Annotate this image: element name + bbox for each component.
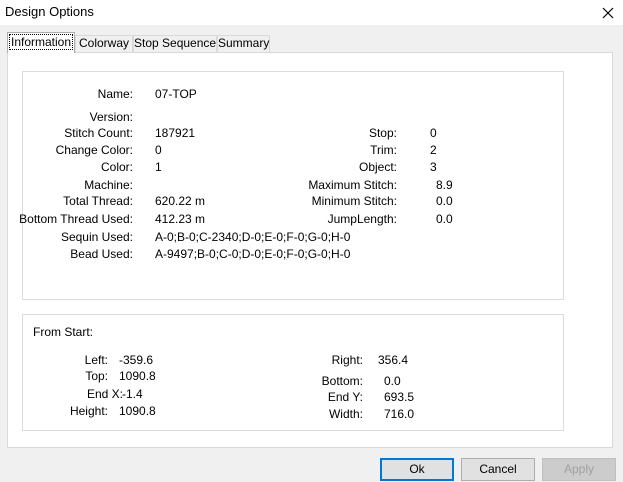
total-thread-value: 620.22 m xyxy=(155,194,206,208)
tab-colorway-label: Colorway xyxy=(78,36,129,50)
stitch-count-value: 187921 xyxy=(155,126,196,140)
top-bottom-row: Top: 1090.8 Bottom: 0.0 xyxy=(23,368,563,388)
machine-label: Machine: xyxy=(84,178,133,192)
bead-label: Bead Used: xyxy=(70,247,133,261)
close-icon xyxy=(602,7,614,18)
sequin-value: A-0;B-0;C-2340;D-0;E-0;F-0;G-0;H-0 xyxy=(155,230,351,244)
stitch-count-row: Stitch Count: 187921 Stop: 0 xyxy=(23,125,563,141)
bead-row: Bead Used: A-9497;B-0;C-0;D-0;E-0;F-0;G-… xyxy=(23,246,563,262)
tab-summary[interactable]: Summary xyxy=(217,35,270,52)
change-color-value: 0 xyxy=(155,143,162,157)
apply-button[interactable]: Apply xyxy=(542,458,616,481)
end-x-value: -1.4 xyxy=(122,387,143,401)
information-page: Name: 07-TOP Version: Stitch Count: 1879… xyxy=(7,52,613,448)
height-value: 1090.8 xyxy=(119,404,156,418)
height-width-row: Height: 1090.8 Width: 716.0 xyxy=(23,403,563,421)
total-thread-row: Total Thread: 620.22 m Minimum Stitch: 0… xyxy=(23,193,563,209)
bead-value: A-9497;B-0;C-0;D-0;E-0;F-0;G-0;H-0 xyxy=(155,247,351,261)
tab-information[interactable]: Information xyxy=(7,32,75,53)
left-right-row: Left: -359.6 Right: 356.4 xyxy=(23,352,563,368)
left-label: Left: xyxy=(84,353,108,367)
total-thread-label: Total Thread: xyxy=(63,194,133,208)
close-button[interactable] xyxy=(593,0,623,25)
height-label: Height: xyxy=(69,404,108,418)
window-title: Design Options xyxy=(5,4,94,19)
tab-colorway[interactable]: Colorway xyxy=(75,35,133,52)
left-value: -359.6 xyxy=(119,353,154,367)
from-start-group: From Start: Left: -359.6 Right: 356.4 To… xyxy=(22,314,564,431)
width-value: 716.0 xyxy=(384,407,415,421)
design-info-group: Name: 07-TOP Version: Stitch Count: 1879… xyxy=(19,71,564,300)
color-value: 1 xyxy=(155,160,162,174)
cancel-button[interactable]: Cancel xyxy=(461,458,535,481)
tab-information-label: Information xyxy=(8,34,74,50)
title-bar: Design Options xyxy=(0,0,623,25)
version-row: Version: xyxy=(23,109,563,125)
right-label: Right: xyxy=(331,353,363,367)
width-label: Width: xyxy=(328,407,363,421)
jump-length-value: 0.0 xyxy=(436,212,453,226)
color-label: Color: xyxy=(100,160,133,174)
machine-row: Machine: Maximum Stitch: 8.9 xyxy=(23,177,563,193)
bottom-thread-value: 412.23 m xyxy=(155,212,206,226)
stitch-count-label: Stitch Count: xyxy=(64,126,133,140)
trim-value: 2 xyxy=(430,143,437,157)
max-stitch-label: Maximum Stitch: xyxy=(308,178,397,192)
end-row: End X: -1.4 End Y: 693.5 xyxy=(23,386,563,404)
stop-value: 0 xyxy=(430,126,437,140)
tab-stop-sequence[interactable]: Stop Sequence xyxy=(133,35,217,52)
object-label: Object: xyxy=(358,160,397,174)
sequin-row: Sequin Used: A-0;B-0;C-2340;D-0;E-0;F-0;… xyxy=(23,229,563,245)
min-stitch-value: 0.0 xyxy=(436,194,453,208)
stop-label: Stop: xyxy=(368,126,397,140)
right-value: 356.4 xyxy=(378,353,409,367)
from-start-heading: From Start: xyxy=(33,325,94,339)
trim-label: Trim: xyxy=(370,143,397,157)
name-value: 07-TOP xyxy=(155,87,197,101)
tab-stop-sequence-label: Stop Sequence xyxy=(134,36,217,50)
tab-summary-label: Summary xyxy=(218,36,270,50)
top-value: 1090.8 xyxy=(119,369,156,383)
min-stitch-label: Minimum Stitch: xyxy=(311,194,397,208)
top-label: Top: xyxy=(85,369,108,383)
name-label: Name: xyxy=(97,87,133,101)
change-color-row: Change Color: 0 Trim: 2 xyxy=(23,142,563,158)
change-color-label: Change Color: xyxy=(55,143,133,157)
sequin-label: Sequin Used: xyxy=(60,230,133,244)
name-row: Name: 07-TOP xyxy=(23,86,563,102)
color-row: Color: 1 Object: 3 xyxy=(23,159,563,175)
max-stitch-value: 8.9 xyxy=(436,178,453,192)
bottom-thread-row: Bottom Thread Used: 412.23 m JumpLength:… xyxy=(19,211,563,227)
object-value: 3 xyxy=(430,160,437,174)
ok-button[interactable]: Ok xyxy=(380,458,454,481)
version-label: Version: xyxy=(89,110,133,124)
end-x-label: End X: xyxy=(86,387,123,401)
bottom-thread-label: Bottom Thread Used: xyxy=(19,212,133,226)
jump-length-label: JumpLength: xyxy=(327,212,397,226)
